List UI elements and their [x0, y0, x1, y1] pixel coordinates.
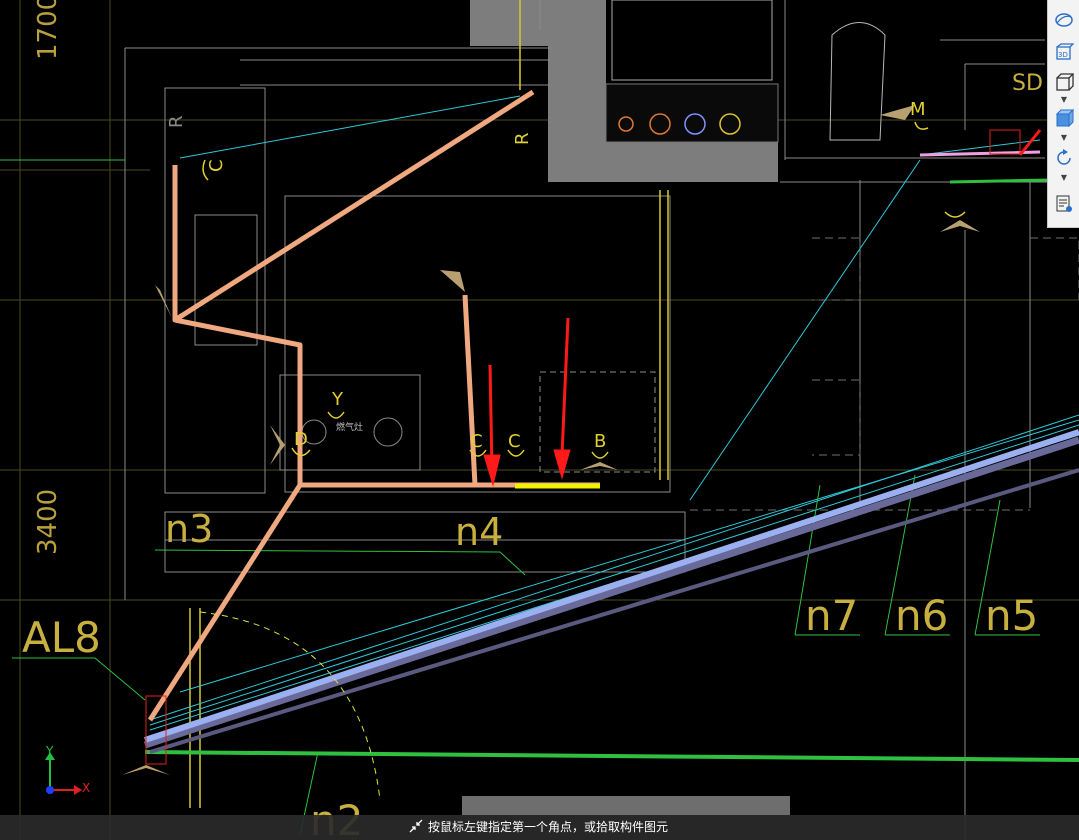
fixture-c-right: C: [508, 431, 521, 452]
dimension-1700: 1700: [33, 0, 63, 60]
cursor-prompt-icon: [409, 819, 423, 833]
dimension-3400: 3400: [33, 489, 63, 555]
tag-n5: n5: [985, 591, 1038, 640]
status-scroll-area: [462, 796, 790, 815]
meter-box-right: [989, 129, 1021, 155]
tag-n4: n4: [455, 510, 503, 554]
fixture-c-left: C: [470, 431, 483, 452]
box-dropdown-icon[interactable]: ▼: [1060, 134, 1068, 142]
ucs-axes: [45, 752, 82, 795]
fixture-b: B: [594, 431, 606, 452]
view-cube-icon[interactable]: [1052, 70, 1076, 94]
tag-n6: n6: [895, 591, 948, 640]
fixture-m: M: [910, 99, 926, 120]
furniture-outlines: [690, 237, 1079, 511]
tag-n3: n3: [165, 507, 213, 551]
toilet-fixture: [829, 22, 886, 141]
fixture-y: Y: [331, 389, 344, 410]
tag-al8: AL8: [22, 613, 101, 662]
tag-sd: SD: [1012, 71, 1043, 96]
box-icon[interactable]: [1052, 106, 1076, 130]
svg-text:3D: 3D: [1058, 51, 1068, 59]
tag-n7: n7: [805, 591, 858, 640]
view-toolbar: 3D ▼ ▼ ▼: [1047, 0, 1079, 228]
orbit-icon[interactable]: [1052, 8, 1076, 32]
rotate-dropdown-icon[interactable]: ▼: [1060, 174, 1068, 182]
fixture-d: D: [294, 429, 308, 450]
node-markers: [122, 105, 980, 775]
properties-icon[interactable]: [1052, 192, 1076, 216]
view-cube-dropdown-icon[interactable]: ▼: [1060, 96, 1068, 104]
fixture-r-left: R: [166, 115, 187, 128]
ucs-x-label: X: [82, 781, 91, 795]
stove-label: 燃气灶: [336, 421, 363, 433]
fixture-r-top: R: [512, 132, 533, 145]
rotate-icon[interactable]: [1052, 146, 1076, 170]
ucs-y-label: Y: [46, 744, 54, 758]
view-3d-icon[interactable]: 3D: [1052, 40, 1076, 64]
cad-canvas[interactable]: 1700 3400 n3 n4 n7 n6 n5 n2 AL8 SD R C M…: [0, 0, 1079, 840]
wall-blocks: [470, 0, 779, 182]
command-prompt-text: 按鼠标左键指定第一个角点，或拾取构件图元: [428, 820, 669, 834]
fixture-c-top: C: [206, 159, 227, 172]
